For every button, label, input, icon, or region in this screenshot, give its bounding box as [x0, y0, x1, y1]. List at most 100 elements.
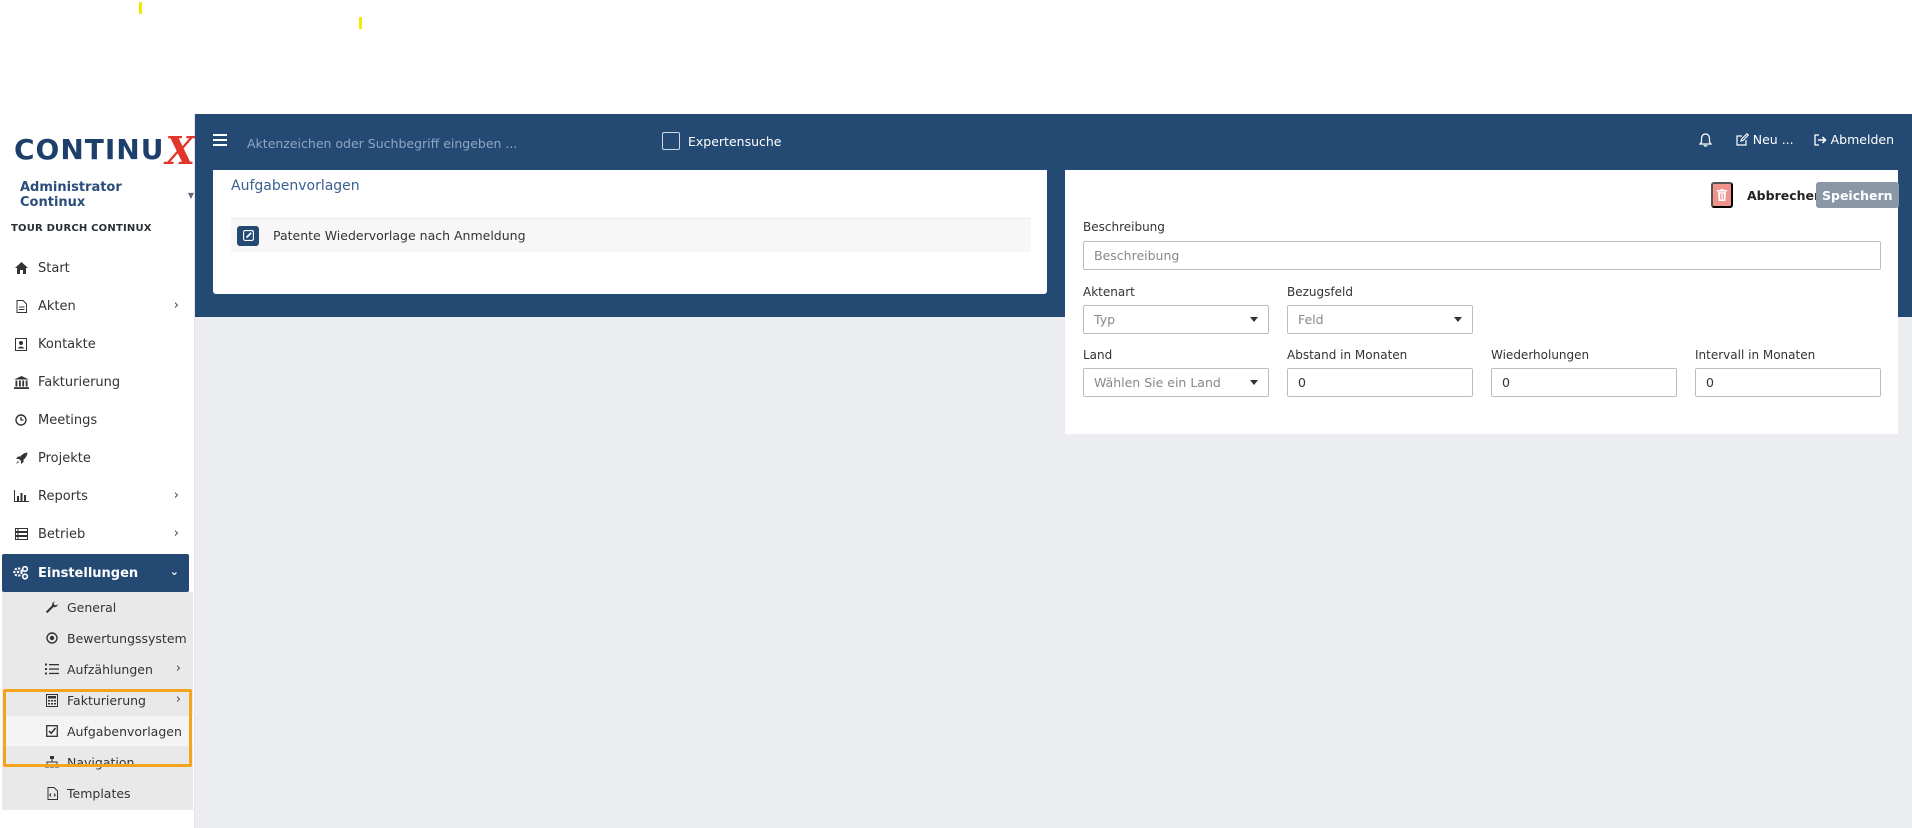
submenu-item-aufzaehlungen[interactable]: Aufzählungen ›	[2, 654, 193, 684]
chevron-right-icon: ›	[175, 661, 181, 676]
sidebar-item-betrieb[interactable]: Betrieb ›	[2, 516, 189, 552]
chevron-right-icon: ›	[173, 526, 179, 541]
submenu-item-label: Navigation	[67, 754, 135, 770]
submenu-item-label: Bewertungssystem	[67, 630, 187, 646]
sidebar-item-label: Akten	[38, 298, 76, 314]
caret-down-icon	[1250, 380, 1258, 385]
chevron-right-icon: ›	[173, 488, 179, 503]
expert-search-label: Expertensuche	[688, 133, 782, 149]
contact-card-icon	[12, 335, 30, 353]
sidebar-item-fakturierung[interactable]: Fakturierung	[2, 364, 189, 400]
chevron-down-icon: ⌄	[169, 565, 179, 578]
logo[interactable]: CONTINU X	[14, 126, 195, 173]
bezugsfeld-value: Feld	[1298, 312, 1324, 327]
user-name: Administrator Continux	[20, 180, 122, 210]
sidebar-item-label: Start	[38, 260, 70, 276]
submenu-item-navigation[interactable]: Navigation	[2, 747, 193, 777]
expert-search-checkbox[interactable]	[662, 132, 680, 150]
submenu-item-aufgabenvorlagen[interactable]: Aufgabenvorlagen	[2, 716, 193, 746]
logout-label: Abmelden	[1830, 132, 1894, 147]
wiederholungen-input[interactable]	[1491, 368, 1677, 397]
bar-chart-icon	[12, 487, 30, 505]
sidebar-item-label: Kontakte	[38, 336, 96, 352]
list-item-label: Patente Wiedervorlage nach Anmeldung	[273, 228, 526, 243]
sidebar-item-label: Einstellungen	[38, 565, 139, 581]
submenu-item-label: Fakturierung	[67, 692, 146, 708]
list-item[interactable]: Patente Wiedervorlage nach Anmeldung	[231, 218, 1031, 252]
rocket-icon	[12, 449, 30, 467]
wiederholungen-label: Wiederholungen	[1491, 348, 1590, 362]
save-button[interactable]: Speichern	[1816, 182, 1899, 208]
checkbox-checked-icon	[44, 723, 60, 739]
abstand-input[interactable]	[1287, 368, 1473, 397]
user-menu[interactable]: Administrator Continux ▼	[20, 180, 194, 210]
submenu-item-templates[interactable]: Templates	[2, 778, 193, 808]
hamburger-menu-icon[interactable]	[213, 134, 227, 146]
bank-icon	[12, 373, 30, 391]
notifications-button[interactable]	[1698, 132, 1716, 147]
server-icon	[12, 525, 30, 543]
expert-search-toggle[interactable]: Expertensuche	[662, 132, 782, 150]
top-whitespace	[0, 0, 1912, 114]
file-code-icon	[44, 785, 60, 801]
logo-text: CONTINU	[14, 133, 165, 166]
header-tools: Neu ... Abmelden	[1679, 132, 1894, 147]
sidebar-item-reports[interactable]: Reports ›	[2, 478, 189, 514]
task-template-form: Abbrechen Speichern Beschreibung Aktenar…	[1065, 170, 1899, 434]
caret-down-icon	[1250, 317, 1258, 322]
aktenart-label: Aktenart	[1083, 285, 1135, 299]
caret-down-icon	[1454, 317, 1462, 322]
home-icon	[12, 259, 30, 277]
clock-icon	[12, 411, 30, 429]
land-label: Land	[1083, 348, 1113, 362]
intervall-label: Intervall in Monaten	[1695, 348, 1816, 362]
submenu-item-label: Aufgabenvorlagen	[67, 723, 182, 739]
land-value: Wählen Sie ein Land	[1094, 375, 1221, 390]
edit-button[interactable]	[237, 225, 259, 246]
calculator-icon	[44, 692, 60, 708]
logo-x: X	[165, 128, 195, 173]
sidebar-item-einstellungen[interactable]: Einstellungen ⌄	[2, 554, 189, 592]
submenu-item-label: Aufzählungen	[67, 661, 153, 677]
sidebar-item-meetings[interactable]: Meetings	[2, 402, 189, 438]
delete-button[interactable]	[1711, 182, 1733, 208]
submenu-item-label: Templates	[67, 785, 131, 801]
new-button-label: Neu ...	[1752, 132, 1794, 147]
panel-title: Aufgabenvorlagen	[231, 178, 360, 194]
sidebar-item-label: Betrieb	[38, 526, 86, 542]
chevron-right-icon: ›	[175, 692, 181, 707]
marker	[139, 2, 142, 14]
sidebar-item-akten[interactable]: Akten ›	[2, 288, 189, 324]
aktenart-select[interactable]: Typ	[1083, 305, 1269, 334]
sidebar-item-label: Reports	[38, 488, 88, 504]
settings-submenu-panel: General Bewertungssystem Aufzählungen › …	[2, 592, 193, 810]
submenu-item-bewertungssystem[interactable]: Bewertungssystem	[2, 623, 193, 653]
sign-out-icon	[1813, 133, 1827, 146]
beschreibung-label: Beschreibung	[1083, 220, 1165, 234]
sidebar-item-label: Projekte	[38, 450, 91, 466]
target-icon	[44, 630, 60, 646]
logout-button[interactable]: Abmelden	[1813, 132, 1894, 147]
new-button[interactable]: Neu ...	[1736, 132, 1794, 147]
tour-link[interactable]: TOUR DURCH CONTINUX	[11, 223, 152, 234]
land-select[interactable]: Wählen Sie ein Land	[1083, 368, 1269, 397]
trash-icon	[1717, 189, 1727, 201]
file-icon	[12, 297, 30, 315]
marker	[359, 17, 362, 29]
aktenart-value: Typ	[1094, 312, 1116, 327]
submenu-item-fakturierung[interactable]: Fakturierung ›	[2, 685, 193, 715]
search-input[interactable]	[247, 132, 647, 154]
chevron-right-icon: ›	[173, 298, 179, 313]
beschreibung-input[interactable]	[1083, 241, 1881, 270]
wrench-icon	[44, 599, 60, 615]
bezugsfeld-select[interactable]: Feld	[1287, 305, 1473, 334]
submenu-item-general[interactable]: General	[2, 592, 193, 622]
edit-icon	[242, 230, 254, 241]
abstand-label: Abstand in Monaten	[1287, 348, 1408, 362]
sidebar-item-kontakte[interactable]: Kontakte	[2, 326, 189, 362]
task-templates-panel: Aufgabenvorlagen Patente Wiedervorlage n…	[213, 170, 1047, 294]
sidebar-item-projekte[interactable]: Projekte	[2, 440, 189, 476]
sidebar-item-start[interactable]: Start	[2, 250, 189, 286]
intervall-input[interactable]	[1695, 368, 1881, 397]
sitemap-icon	[44, 754, 60, 770]
